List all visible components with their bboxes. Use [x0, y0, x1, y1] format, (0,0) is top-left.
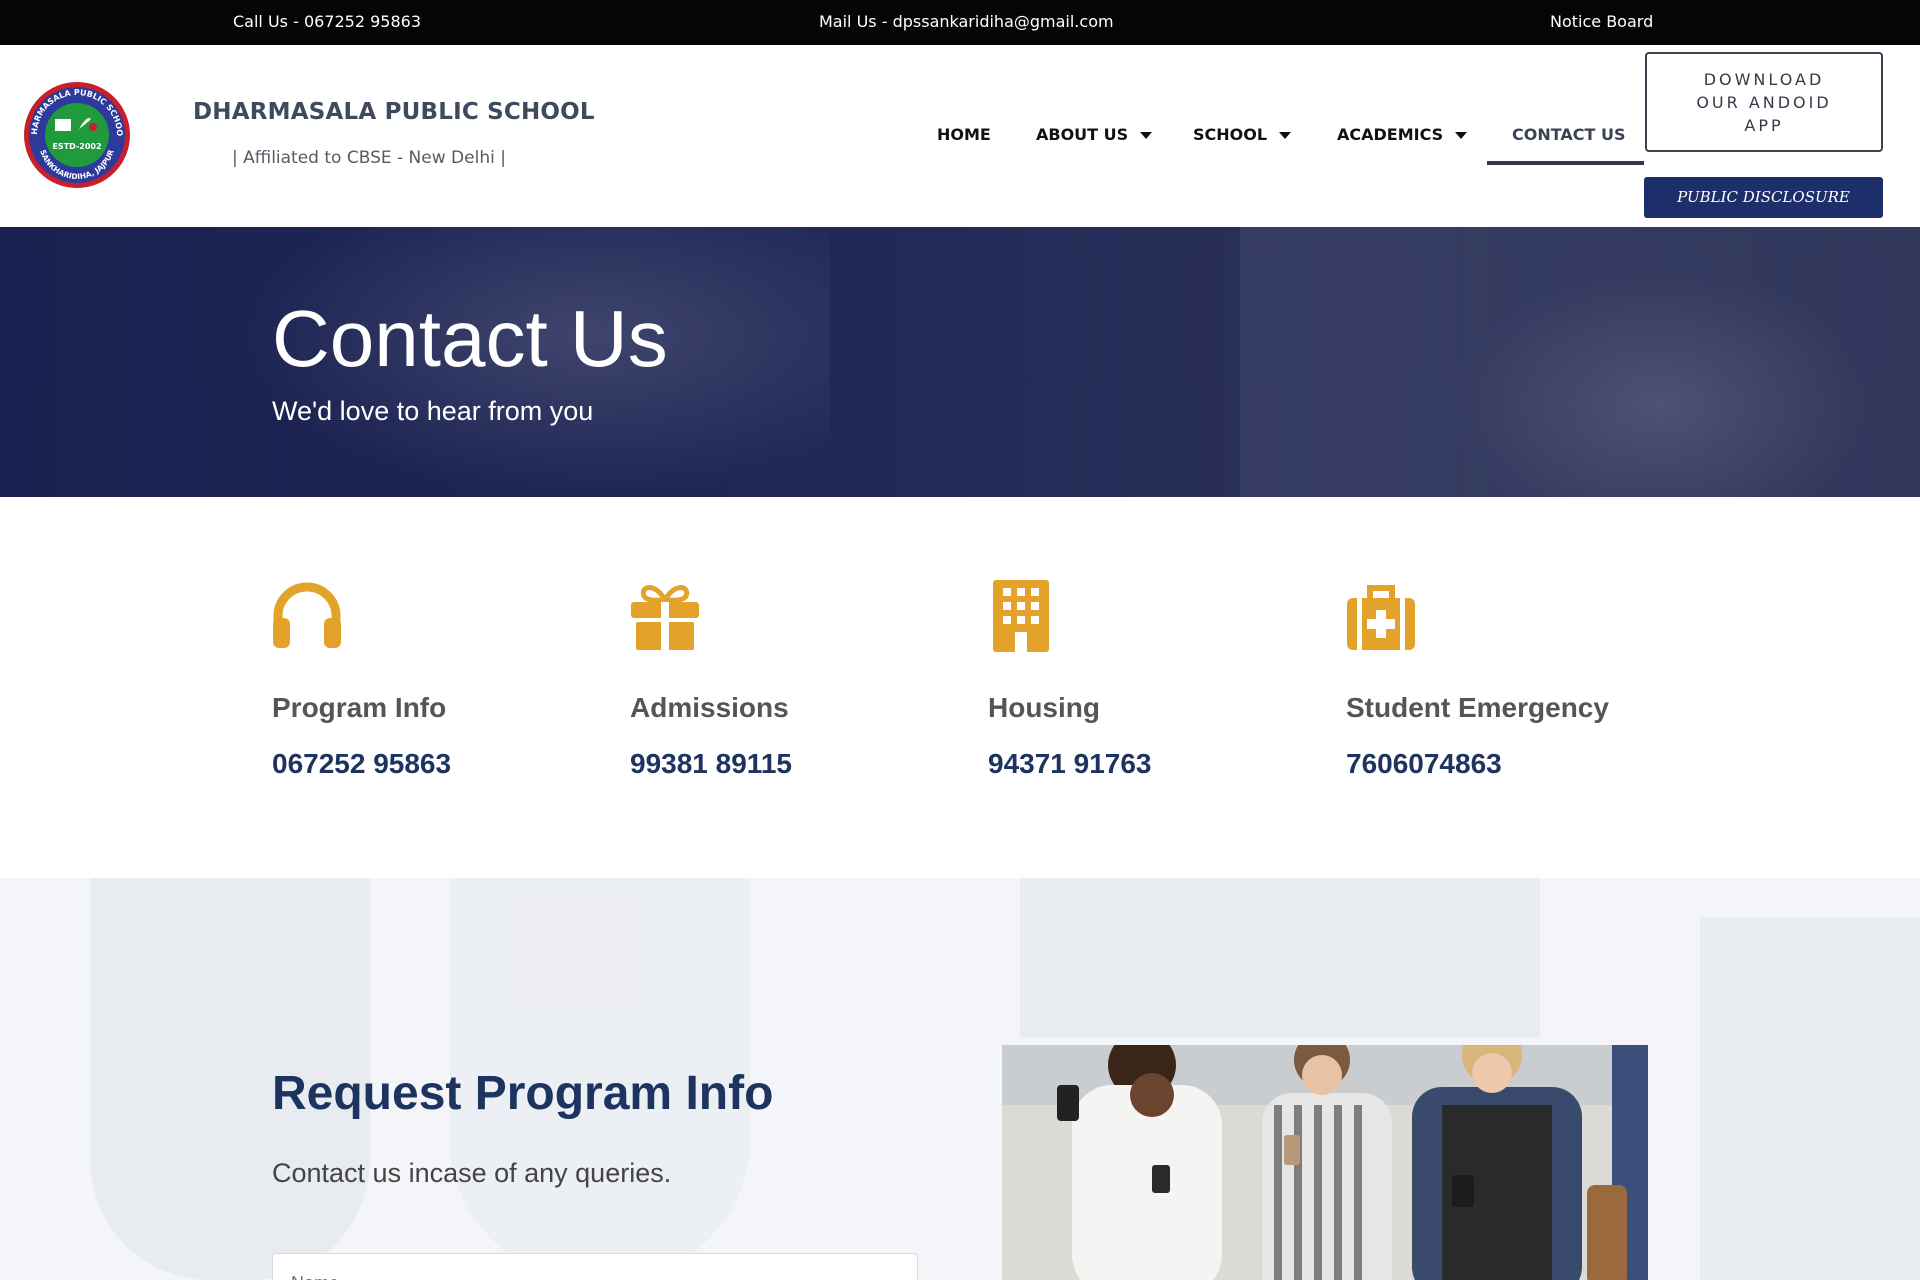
download-app-button[interactable]: DOWNLOAD OUR ANDOID APP: [1645, 52, 1883, 152]
site-header: DHARMASALA PUBLIC SCHOOL SANKHARIDIHA, J…: [0, 45, 1920, 227]
nav-about-us[interactable]: ABOUT US: [1036, 125, 1153, 144]
gift-icon: [631, 585, 699, 650]
request-subtitle: Contact us incase of any queries.: [272, 1158, 672, 1188]
public-disclosure-button[interactable]: PUBLIC DISCLOSURE: [1644, 177, 1883, 218]
contact-number[interactable]: 7606074863: [1346, 748, 1502, 780]
headphones-icon: [273, 582, 341, 648]
call-us-link[interactable]: Call Us - 067252 95863: [233, 12, 421, 31]
nav-academics[interactable]: ACADEMICS: [1337, 125, 1468, 144]
logo-estd: ESTD-2002: [52, 142, 101, 151]
download-app-line2: OUR ANDOID: [1696, 93, 1832, 112]
hero-banner: Contact Us We'd love to hear from you: [0, 227, 1920, 497]
mail-us-link[interactable]: Mail Us - dpssankaridiha@gmail.com: [819, 12, 1114, 31]
contact-label: Student Emergency: [1346, 692, 1609, 723]
nav-contact-label: CONTACT US: [1512, 125, 1626, 144]
download-app-line1: DOWNLOAD: [1703, 70, 1825, 89]
school-name[interactable]: DHARMASALA PUBLIC SCHOOL: [193, 99, 595, 125]
affiliation-text: | Affiliated to CBSE - New Delhi |: [232, 148, 506, 168]
section-background-image: [1020, 878, 1540, 1038]
section-background-image: [1700, 918, 1920, 1280]
school-logo[interactable]: DHARMASALA PUBLIC SCHOOL SANKHARIDIHA, J…: [23, 81, 131, 189]
request-info-section: Request Program Info Contact us incase o…: [0, 878, 1920, 1280]
building-icon: [993, 580, 1049, 652]
hero-background-image: [1450, 267, 1870, 497]
page-subtitle: We'd love to hear from you: [272, 396, 594, 426]
students-photo-illustration: [1002, 1045, 1648, 1280]
nav-school[interactable]: SCHOOL: [1193, 125, 1292, 144]
contact-label: Program Info: [272, 692, 447, 723]
notice-board-link[interactable]: Notice Board: [1550, 12, 1653, 31]
contact-label: Admissions: [630, 692, 789, 723]
active-nav-underline: [1487, 161, 1644, 165]
download-app-line3: APP: [1744, 116, 1784, 135]
contact-label: Housing: [988, 692, 1100, 723]
contact-number[interactable]: 99381 89115: [630, 748, 792, 780]
caret-down-icon: [1279, 132, 1292, 139]
contact-number[interactable]: 067252 95863: [272, 748, 451, 780]
request-title: Request Program Info: [272, 1067, 774, 1120]
caret-down-icon: [1455, 132, 1468, 139]
nav-home[interactable]: HOME: [937, 125, 991, 144]
nav-home-label: HOME: [937, 125, 991, 144]
top-info-bar: Call Us - 067252 95863 Mail Us - dpssank…: [0, 0, 1920, 45]
contact-number[interactable]: 94371 91763: [988, 748, 1152, 780]
nav-contact-us[interactable]: CONTACT US: [1512, 125, 1626, 144]
medkit-icon: [1347, 585, 1415, 650]
students-photo: [1002, 1045, 1648, 1280]
nav-school-label: SCHOOL: [1193, 125, 1268, 144]
nav-about-label: ABOUT US: [1036, 125, 1129, 144]
caret-down-icon: [1140, 132, 1153, 139]
name-input[interactable]: [272, 1253, 918, 1280]
nav-academics-label: ACADEMICS: [1337, 125, 1444, 144]
page-title: Contact Us: [272, 294, 668, 383]
